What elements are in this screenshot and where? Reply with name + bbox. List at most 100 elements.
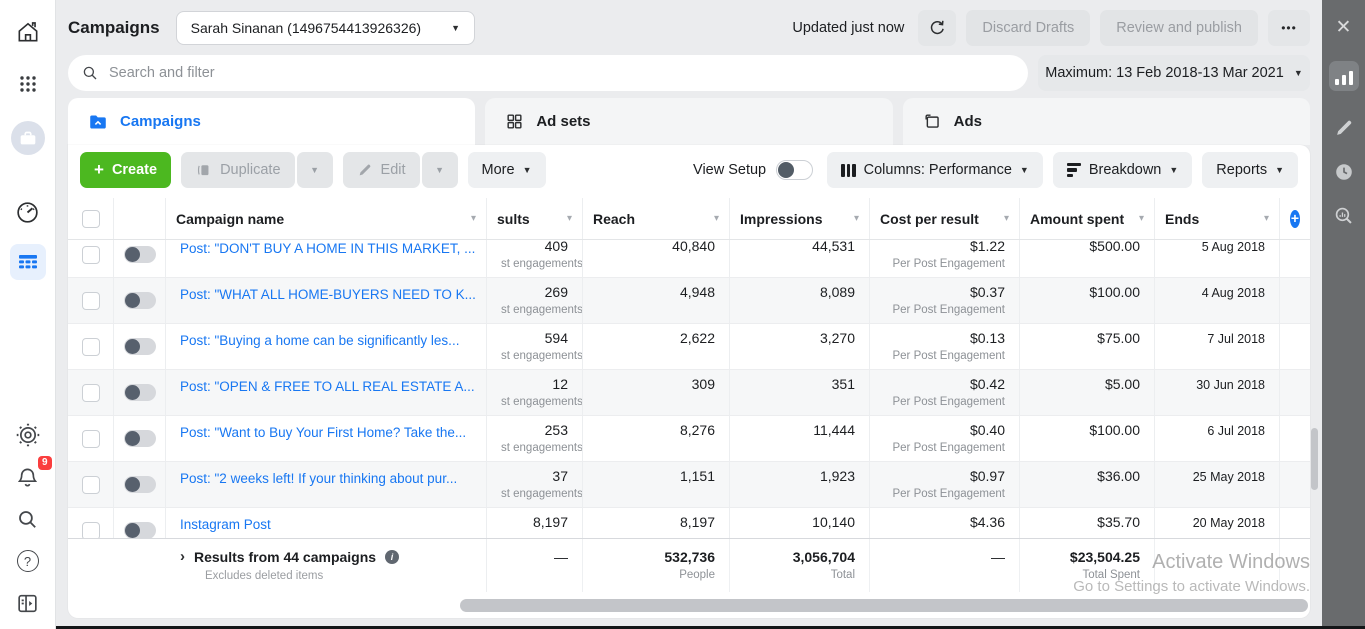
inspect-zoom-chart-icon[interactable] <box>1333 205 1355 227</box>
sort-caret-icon[interactable]: ▾ <box>1004 213 1009 224</box>
campaign-name-link[interactable]: Post: "DON'T BUY A HOME IN THIS MARKET, … <box>166 240 487 277</box>
help-icon[interactable]: ? <box>10 543 46 579</box>
add-column-button[interactable]: + <box>1280 198 1310 239</box>
search-nav-icon[interactable] <box>10 501 46 537</box>
sort-caret-icon[interactable]: ▾ <box>567 213 572 224</box>
column-impressions[interactable]: Impressions ▾ <box>730 198 870 239</box>
row-checkbox[interactable] <box>68 278 114 323</box>
tab-adsets[interactable]: Ad sets <box>485 98 892 145</box>
sort-caret-icon[interactable]: ▾ <box>471 213 476 224</box>
view-setup-toggle[interactable] <box>776 160 813 180</box>
campaign-name-link[interactable]: Post: "Buying a home can be significantl… <box>166 324 487 369</box>
amount-spent-cell: $500.00 <box>1020 240 1155 277</box>
reports-button[interactable]: Reports ▼ <box>1202 152 1298 188</box>
campaign-name-link[interactable]: Post: "OPEN & FREE TO ALL REAL ESTATE A.… <box>166 370 487 415</box>
search-input[interactable] <box>109 65 1015 81</box>
business-avatar[interactable] <box>10 120 46 156</box>
edit-button[interactable]: Edit <box>343 152 420 188</box>
results-cell: 253st engagements <box>487 416 583 461</box>
horizontal-scrollbar[interactable] <box>460 599 1308 612</box>
campaign-name-link[interactable]: Post: "WHAT ALL HOME-BUYERS NEED TO K... <box>166 278 487 323</box>
add-column-cell <box>1280 370 1310 415</box>
column-results[interactable]: sults ▾ <box>487 198 583 239</box>
vertical-scrollbar[interactable] <box>1311 428 1318 490</box>
settings-gear-icon[interactable] <box>10 417 46 453</box>
row-checkbox[interactable] <box>68 508 114 538</box>
edit-label: Edit <box>381 162 406 178</box>
refresh-button[interactable] <box>918 10 956 46</box>
row-status-toggle[interactable] <box>114 416 166 461</box>
sort-caret-icon[interactable]: ▾ <box>854 213 859 224</box>
campaign-name-link[interactable]: Post: "Want to Buy Your First Home? Take… <box>166 416 487 461</box>
footer-summary[interactable]: › Results from 44 campaigns i Excludes d… <box>68 539 487 592</box>
edit-caret-button[interactable]: ▼ <box>422 152 458 188</box>
tab-label: Ad sets <box>536 113 590 130</box>
more-button[interactable]: More ▼ <box>468 152 546 188</box>
column-campaign-name[interactable]: Campaign name ▾ <box>166 198 487 239</box>
search-box[interactable] <box>68 55 1028 91</box>
row-status-toggle[interactable] <box>114 240 166 277</box>
row-status-toggle[interactable] <box>114 278 166 323</box>
impressions-cell: 8,089 <box>730 278 870 323</box>
gauge-icon[interactable] <box>10 194 46 230</box>
edit-pencil-icon[interactable] <box>1333 117 1355 139</box>
info-icon[interactable]: i <box>385 550 399 564</box>
row-checkbox[interactable] <box>68 462 114 507</box>
column-amount-spent[interactable]: Amount spent ▾ <box>1020 198 1155 239</box>
row-status-toggle[interactable] <box>114 508 166 538</box>
discard-drafts-button[interactable]: Discard Drafts <box>966 10 1090 46</box>
row-checkbox[interactable] <box>68 324 114 369</box>
duplicate-button[interactable]: Duplicate <box>181 152 294 188</box>
date-range-selector[interactable]: Maximum: 13 Feb 2018-13 Mar 2021 ▼ <box>1038 55 1310 91</box>
row-checkbox[interactable] <box>68 416 114 461</box>
row-checkbox[interactable] <box>68 370 114 415</box>
tab-campaigns[interactable]: Campaigns <box>68 98 475 145</box>
account-selector[interactable]: Sarah Sinanan (1496754413926326) ▼ <box>176 11 475 45</box>
reports-label: Reports <box>1216 162 1267 178</box>
sort-caret-icon[interactable]: ▾ <box>1139 213 1144 224</box>
more-options-button[interactable]: ••• <box>1268 10 1310 46</box>
tab-ads[interactable]: Ads <box>903 98 1310 145</box>
sort-caret-icon[interactable]: ▾ <box>714 213 719 224</box>
ads-manager-table-icon[interactable] <box>10 244 46 280</box>
history-clock-icon[interactable] <box>1333 161 1355 183</box>
column-cost-per-result[interactable]: Cost per result ▾ <box>870 198 1020 239</box>
home-icon[interactable] <box>10 14 46 50</box>
collapse-panel-icon[interactable] <box>10 585 46 621</box>
row-status-toggle[interactable] <box>114 370 166 415</box>
column-reach[interactable]: Reach ▾ <box>583 198 730 239</box>
toggle-column-header <box>114 198 166 239</box>
row-status-toggle[interactable] <box>114 324 166 369</box>
level-tabs: Campaigns Ad sets Ads <box>68 98 1310 145</box>
row-status-toggle[interactable] <box>114 462 166 507</box>
footer-ends <box>1155 539 1280 592</box>
duplicate-caret-button[interactable]: ▼ <box>297 152 333 188</box>
apps-grid-icon[interactable] <box>10 66 46 102</box>
footer-cost: — <box>870 539 1020 592</box>
table-rows: Post: "DON'T BUY A HOME IN THIS MARKET, … <box>68 240 1310 538</box>
performance-chart-icon[interactable] <box>1329 61 1359 91</box>
sort-caret-icon[interactable]: ▾ <box>1264 213 1269 224</box>
ends-cell: 6 Jul 2018 <box>1155 416 1280 461</box>
row-checkbox[interactable] <box>68 240 114 277</box>
review-publish-button[interactable]: Review and publish <box>1100 10 1258 46</box>
add-column-cell <box>1280 462 1310 507</box>
create-button[interactable]: + Create <box>80 152 171 188</box>
column-ends[interactable]: Ends ▾ <box>1155 198 1280 239</box>
notifications-bell-icon[interactable]: 9 <box>10 459 46 495</box>
campaign-name-link[interactable]: Instagram Post <box>166 508 487 538</box>
amount-spent-cell: $100.00 <box>1020 416 1155 461</box>
campaign-name-link[interactable]: Post: "2 weeks left! If your thinking ab… <box>166 462 487 507</box>
reach-cell: 4,948 <box>583 278 730 323</box>
table-footer: › Results from 44 campaigns i Excludes d… <box>68 538 1310 592</box>
table-toolbar: + Create Duplicate ▼ Edit ▼ More ▼ <box>68 145 1310 195</box>
columns-button[interactable]: Columns: Performance ▼ <box>827 152 1043 188</box>
expand-chevron-icon[interactable]: › <box>180 548 185 565</box>
close-icon[interactable]: ✕ <box>1336 16 1352 39</box>
chevron-down-icon: ▼ <box>1275 165 1284 175</box>
results-cell: 594st engagements <box>487 324 583 369</box>
amount-spent-cell: $100.00 <box>1020 278 1155 323</box>
select-all-checkbox[interactable] <box>68 198 114 239</box>
cost-cell: $4.36 <box>870 508 1020 538</box>
breakdown-button[interactable]: Breakdown ▼ <box>1053 152 1192 188</box>
